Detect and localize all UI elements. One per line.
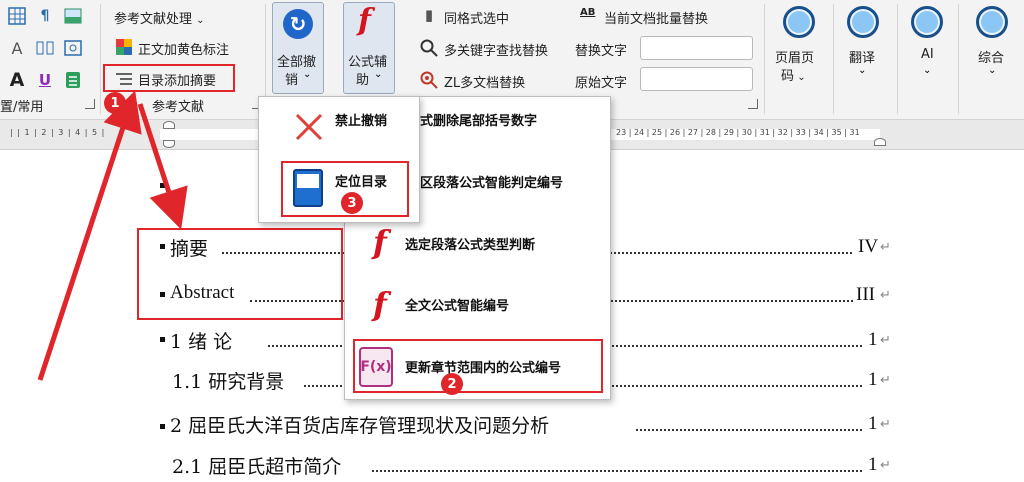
- step-badge-3: 3: [341, 192, 363, 214]
- red-arrow-down: [137, 103, 188, 230]
- step-badge-1: 1: [104, 92, 126, 114]
- red-arrow-up: [37, 90, 142, 381]
- step-badge-2: 2: [441, 373, 463, 395]
- annotation-arrows: [37, 90, 188, 381]
